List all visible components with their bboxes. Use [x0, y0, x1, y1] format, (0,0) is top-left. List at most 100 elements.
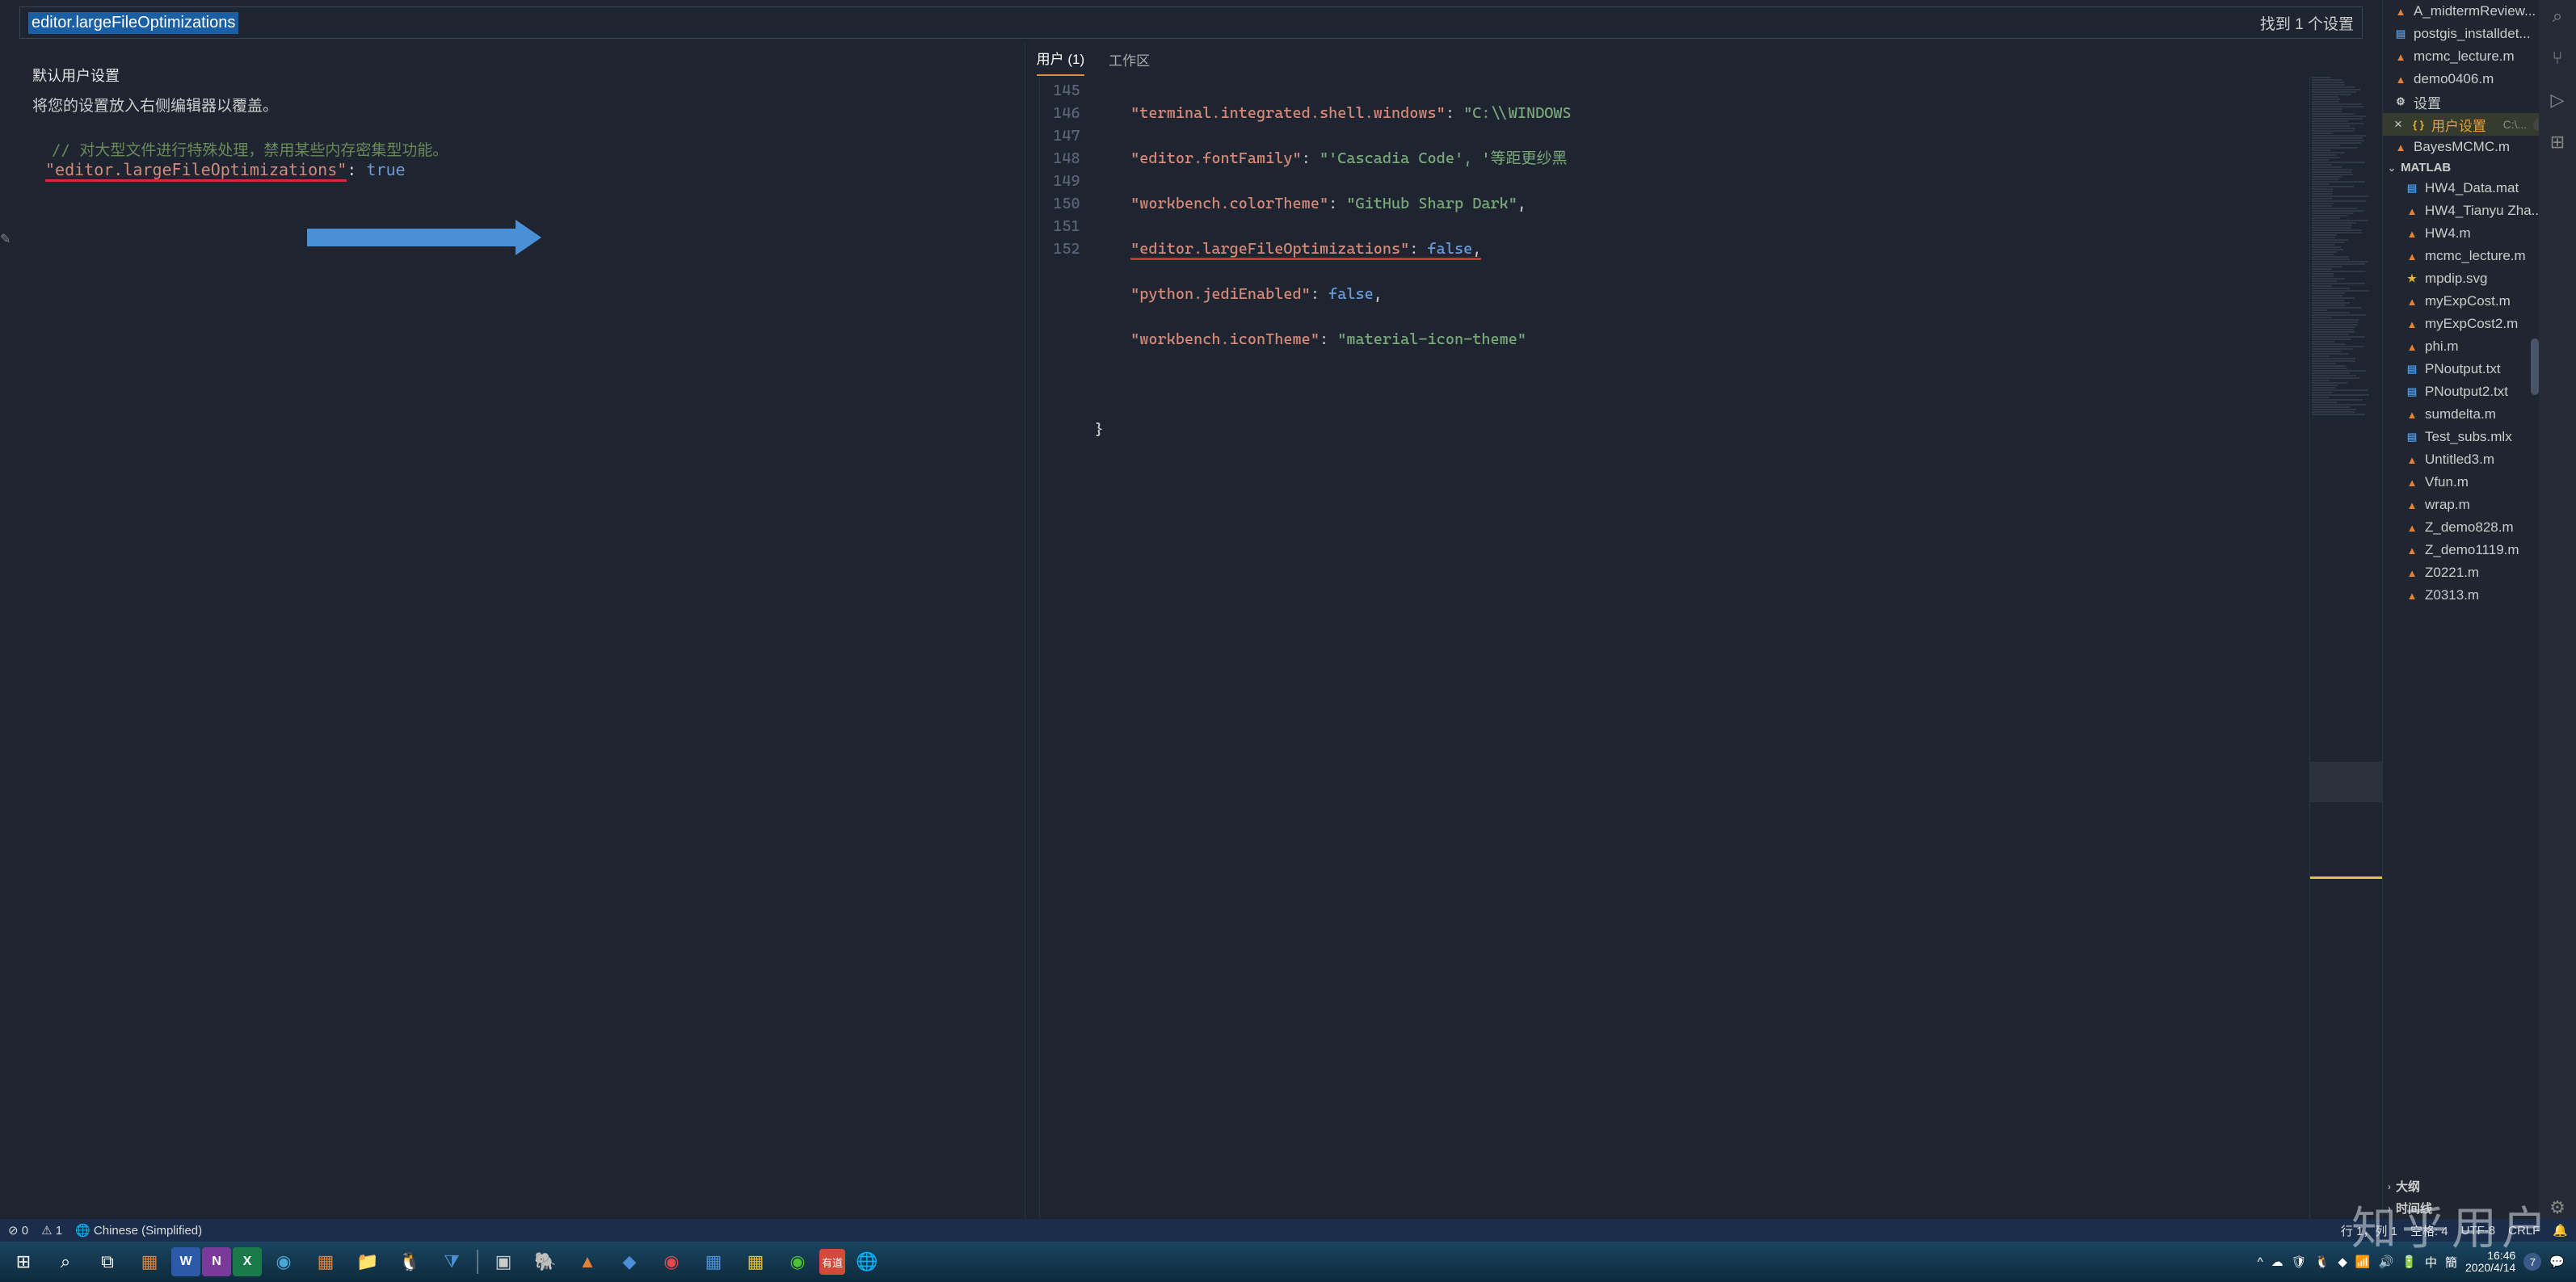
- taskbar-app-matlab[interactable]: ▲: [567, 1245, 608, 1279]
- status-encoding[interactable]: UTF-8: [2461, 1224, 2496, 1238]
- taskbar-app[interactable]: ◉: [651, 1245, 692, 1279]
- scrollbar-thumb[interactable]: [2531, 338, 2539, 395]
- file-item[interactable]: ▲phi.m: [2383, 335, 2539, 358]
- taskbar-app-qq[interactable]: 🐧: [389, 1245, 430, 1279]
- tray-volume-icon[interactable]: 🔊: [2379, 1255, 2394, 1269]
- start-button[interactable]: ⊞: [3, 1245, 44, 1279]
- file-label: myExpCost.m: [2425, 293, 2511, 309]
- file-item[interactable]: ▲wrap.m: [2383, 494, 2539, 516]
- explorer-sidebar: ▲A_midtermReview...▤postgis_installdet..…: [2382, 0, 2539, 1219]
- annotation-arrow: [307, 220, 549, 252]
- section-matlab[interactable]: ⌄ MATLAB: [2383, 158, 2539, 177]
- status-cursor-position[interactable]: 行 1，列 1: [2341, 1222, 2397, 1239]
- action-center-icon[interactable]: 💬: [2549, 1255, 2565, 1269]
- status-indentation[interactable]: 空格: 4: [2410, 1222, 2448, 1239]
- file-item[interactable]: ▲mcmc_lecture.m: [2383, 245, 2539, 267]
- tray-battery-icon[interactable]: 🔋: [2401, 1255, 2417, 1269]
- file-item[interactable]: ▲Untitled3.m: [2383, 448, 2539, 471]
- file-icon: ▲: [2406, 340, 2418, 353]
- taskbar-app-edge[interactable]: ◉: [263, 1245, 304, 1279]
- status-errors[interactable]: ⊘ 0: [8, 1223, 28, 1238]
- minimap[interactable]: document.write(Array.from({length:140},(…: [2309, 76, 2382, 1219]
- file-item[interactable]: ▲BayesMCMC.m: [2383, 136, 2539, 158]
- tray-icon[interactable]: ☁: [2271, 1255, 2283, 1269]
- file-label: Test_subs.mlx: [2425, 429, 2512, 445]
- taskbar-app-office[interactable]: ▦: [129, 1245, 170, 1279]
- taskbar-app-postgres[interactable]: 🐘: [525, 1245, 566, 1279]
- file-item[interactable]: ▤Test_subs.mlx: [2383, 426, 2539, 448]
- settings-gear-icon[interactable]: ⚙: [2546, 1196, 2569, 1219]
- tray-qq-icon[interactable]: 🐧: [2315, 1255, 2330, 1269]
- search-icon[interactable]: ⌕: [45, 1245, 86, 1279]
- taskbar-app-terminal[interactable]: ▣: [483, 1245, 524, 1279]
- taskbar-app-chrome[interactable]: 🌐: [847, 1245, 887, 1279]
- file-item[interactable]: ▲A_midtermReview...: [2383, 0, 2539, 23]
- file-label: HW4_Data.mat: [2425, 180, 2519, 196]
- search-icon[interactable]: ⌕: [2546, 5, 2569, 27]
- file-label: demo0406.m: [2414, 71, 2494, 87]
- default-settings-title: 默认用户设置: [32, 65, 1007, 86]
- taskbar-app[interactable]: ◆: [609, 1245, 650, 1279]
- status-language-mode[interactable]: 🌐 Chinese (Simplified): [75, 1223, 202, 1238]
- taskbar-app-onenote[interactable]: N: [202, 1247, 231, 1276]
- tray-chevron-icon[interactable]: ^: [2258, 1255, 2263, 1269]
- file-item[interactable]: ⚙设置: [2383, 90, 2539, 113]
- taskbar-app-vscode[interactable]: ⧩: [431, 1245, 472, 1279]
- close-icon[interactable]: ×: [2394, 116, 2402, 132]
- taskbar-app-explorer[interactable]: 📁: [347, 1245, 388, 1279]
- file-item[interactable]: ▤PNoutput2.txt: [2383, 380, 2539, 403]
- file-item[interactable]: ▤PNoutput.txt: [2383, 358, 2539, 380]
- file-item[interactable]: ▲Vfun.m: [2383, 471, 2539, 494]
- file-label: PNoutput.txt: [2425, 361, 2501, 377]
- tray-icon[interactable]: ◆: [2338, 1255, 2347, 1269]
- status-warnings[interactable]: ⚠ 1: [41, 1223, 62, 1238]
- taskbar-app-excel[interactable]: X: [233, 1247, 262, 1276]
- status-eol[interactable]: CRLF: [2508, 1224, 2540, 1238]
- file-item[interactable]: ★mpdip.svg: [2383, 267, 2539, 290]
- file-icon: ▲: [2406, 204, 2418, 217]
- ime-indicator2[interactable]: 簡: [2445, 1254, 2457, 1271]
- file-item[interactable]: ▲Z0313.m: [2383, 584, 2539, 607]
- taskbar-app-wechat[interactable]: ◉: [777, 1245, 818, 1279]
- tray-icon[interactable]: 🛡: [2292, 1255, 2307, 1269]
- file-icon: ▲: [2406, 521, 2418, 534]
- open-editor-active[interactable]: × { } 用户设置 C:\... 1: [2383, 113, 2539, 136]
- status-notifications-icon[interactable]: 🔔: [2553, 1223, 2568, 1238]
- tab-workspace[interactable]: 工作区: [1109, 43, 1150, 76]
- file-item[interactable]: ▲sumdelta.m: [2383, 403, 2539, 426]
- settings-search-bar[interactable]: editor.largeFileOptimizations 找到 1 个设置: [19, 6, 2363, 39]
- file-item[interactable]: ▤HW4_Data.mat: [2383, 177, 2539, 200]
- file-item[interactable]: ▲HW4.m: [2383, 222, 2539, 245]
- extensions-icon[interactable]: ⊞: [2546, 131, 2569, 153]
- task-view-icon[interactable]: ⧉: [87, 1245, 128, 1279]
- debug-icon[interactable]: ▷: [2546, 89, 2569, 111]
- edit-pencil-icon[interactable]: ✎: [0, 231, 11, 247]
- file-item[interactable]: ▲Z0221.m: [2383, 561, 2539, 584]
- taskbar-app-youdao[interactable]: 有道: [819, 1249, 845, 1275]
- ime-indicator[interactable]: 中: [2425, 1254, 2437, 1271]
- file-item[interactable]: ▲demo0406.m: [2383, 68, 2539, 90]
- taskbar-clock[interactable]: 16:46 2020/4/14: [2465, 1250, 2515, 1275]
- file-item[interactable]: ▲Z_demo828.m: [2383, 516, 2539, 539]
- search-text: editor.largeFileOptimizations: [28, 12, 238, 34]
- tray-notification-badge[interactable]: 7: [2523, 1253, 2541, 1271]
- file-item[interactable]: ▲mcmc_lecture.m: [2383, 45, 2539, 68]
- tray-wifi-icon[interactable]: 📶: [2355, 1255, 2371, 1269]
- taskbar-app[interactable]: ▦: [693, 1245, 734, 1279]
- code-content[interactable]: "terminal.integrated.shell.windows": "C:…: [1095, 76, 2309, 1219]
- tab-user[interactable]: 用户 (1): [1037, 41, 1085, 76]
- file-item[interactable]: ▲Z_demo1119.m: [2383, 539, 2539, 561]
- fold-gutter[interactable]: [1025, 76, 1040, 1219]
- source-control-icon[interactable]: ⑂: [2546, 47, 2569, 69]
- section-outline[interactable]: ›大纲: [2383, 1175, 2539, 1197]
- taskbar-app[interactable]: ▦: [735, 1245, 776, 1279]
- taskbar-app-word[interactable]: W: [171, 1247, 200, 1276]
- file-item[interactable]: ▲myExpCost2.m: [2383, 313, 2539, 335]
- file-item[interactable]: ▲HW4_Tianyu Zha...: [2383, 200, 2539, 222]
- file-item[interactable]: ▤postgis_installdet...: [2383, 23, 2539, 45]
- file-item[interactable]: ▲myExpCost.m: [2383, 290, 2539, 313]
- taskbar-app[interactable]: ▦: [305, 1245, 346, 1279]
- settings-json-editor[interactable]: 145146147148149150151152 "terminal.integ…: [1025, 76, 2382, 1219]
- section-timeline[interactable]: ›时间线: [2383, 1197, 2539, 1219]
- user-settings-pane: 用户 (1) 工作区 145146147148149150151152 "ter…: [1025, 44, 2382, 1219]
